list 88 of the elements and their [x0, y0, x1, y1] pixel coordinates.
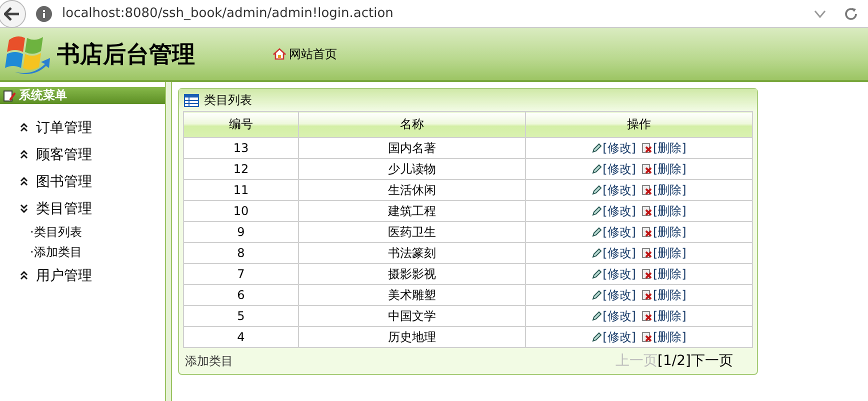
pencil-icon: [592, 290, 602, 300]
menu-item[interactable]: 图书管理: [20, 168, 165, 195]
delete-link[interactable]: [删除]: [642, 138, 686, 156]
delete-link[interactable]: [删除]: [642, 264, 686, 282]
delete-icon: [642, 290, 652, 300]
delete-link[interactable]: [删除]: [642, 222, 686, 240]
delete-link[interactable]: [删除]: [642, 306, 686, 324]
menu-item[interactable]: 订单管理: [20, 114, 165, 141]
back-button[interactable]: [0, 0, 26, 28]
table-icon: [184, 94, 199, 106]
table-cell: 9: [184, 222, 298, 242]
menu-item[interactable]: 用户管理: [20, 262, 165, 289]
table-cell: 10: [184, 200, 298, 222]
prev-page-link: 上一页: [616, 352, 658, 370]
pencil-icon: [592, 164, 602, 174]
edit-link[interactable]: [修改]: [592, 138, 636, 156]
table-cell: 医药卫生: [298, 222, 526, 242]
delete-icon: [642, 164, 652, 174]
table-cell: 历史地理: [298, 326, 526, 348]
back-arrow-icon: [4, 6, 20, 20]
edit-link[interactable]: [修改]: [592, 180, 636, 198]
page-indicator: [1/2]: [658, 353, 691, 369]
table-cell: 书法篆刻: [298, 242, 526, 264]
edit-link[interactable]: [修改]: [592, 286, 636, 304]
table-cell: 美术雕塑: [298, 284, 526, 306]
menu-item[interactable]: 类目管理: [20, 195, 165, 222]
pencil-icon: [592, 310, 602, 320]
delete-link[interactable]: [删除]: [642, 244, 686, 262]
delete-icon: [642, 248, 652, 258]
edit-link[interactable]: [修改]: [592, 264, 636, 282]
edit-link[interactable]: [修改]: [592, 202, 636, 220]
submenu-link[interactable]: ·添加类目: [30, 242, 165, 262]
table-cell: 建筑工程: [298, 200, 526, 222]
submenu-link[interactable]: ·类目列表: [30, 222, 165, 242]
table-cell: 7: [184, 264, 298, 284]
edit-link[interactable]: [修改]: [592, 222, 636, 240]
home-link[interactable]: 网站首页: [273, 46, 337, 62]
next-page-link[interactable]: 下一页: [691, 352, 733, 370]
delete-link[interactable]: [删除]: [642, 160, 686, 178]
delete-link[interactable]: [删除]: [642, 202, 686, 220]
table-cell: 生活休闲: [298, 180, 526, 200]
delete-icon: [642, 310, 652, 320]
table-cell: 中国文学: [298, 306, 526, 326]
pencil-icon: [592, 206, 602, 216]
delete-link[interactable]: [删除]: [642, 286, 686, 304]
edit-link[interactable]: [修改]: [592, 244, 636, 262]
table-cell: 国内名著: [298, 138, 526, 158]
edit-link[interactable]: [修改]: [592, 328, 636, 346]
table-cell: 4: [184, 326, 298, 348]
url-text[interactable]: localhost:8080/ssh_book/admin/admin!login.action: [62, 6, 814, 21]
sidebar-title: 系统菜单: [19, 87, 67, 104]
pencil-icon: [592, 142, 602, 152]
table-cell: 13: [184, 138, 298, 158]
edit-link[interactable]: [修改]: [592, 160, 636, 178]
edit-link[interactable]: [修改]: [592, 306, 636, 324]
refresh-icon[interactable]: [844, 6, 858, 20]
table-cell: 少儿读物: [298, 158, 526, 180]
pencil-icon: [592, 248, 602, 258]
table-cell: 12: [184, 158, 298, 180]
column-header: 名称: [298, 112, 526, 138]
pencil-icon: [592, 332, 602, 342]
delete-icon: [642, 226, 652, 236]
delete-link[interactable]: [删除]: [642, 180, 686, 198]
delete-icon: [642, 142, 652, 152]
table-cell: 6: [184, 284, 298, 306]
dropdown-icon[interactable]: [814, 10, 826, 18]
add-category-link[interactable]: 添加类目: [185, 352, 233, 370]
table-cell: 摄影影视: [298, 264, 526, 284]
splitter-handle[interactable]: [166, 82, 172, 401]
menu-item[interactable]: 顾客管理: [20, 141, 165, 168]
pencil-icon: [592, 184, 602, 194]
delete-icon: [642, 206, 652, 216]
table-cell: 5: [184, 306, 298, 326]
table-cell: 11: [184, 180, 298, 200]
pencil-icon: [592, 226, 602, 236]
column-header: 操作: [526, 112, 752, 138]
site-title: 书店后台管理: [57, 40, 195, 70]
info-icon[interactable]: [36, 6, 52, 22]
delete-icon: [642, 184, 652, 194]
home-icon: [273, 48, 286, 60]
edit-note-icon: [3, 90, 16, 102]
delete-icon: [642, 268, 652, 278]
column-header: 编号: [184, 112, 298, 138]
delete-icon: [642, 332, 652, 342]
table-cell: 8: [184, 242, 298, 264]
delete-link[interactable]: [删除]: [642, 328, 686, 346]
panel-title: 类目列表: [204, 92, 252, 108]
pencil-icon: [592, 268, 602, 278]
